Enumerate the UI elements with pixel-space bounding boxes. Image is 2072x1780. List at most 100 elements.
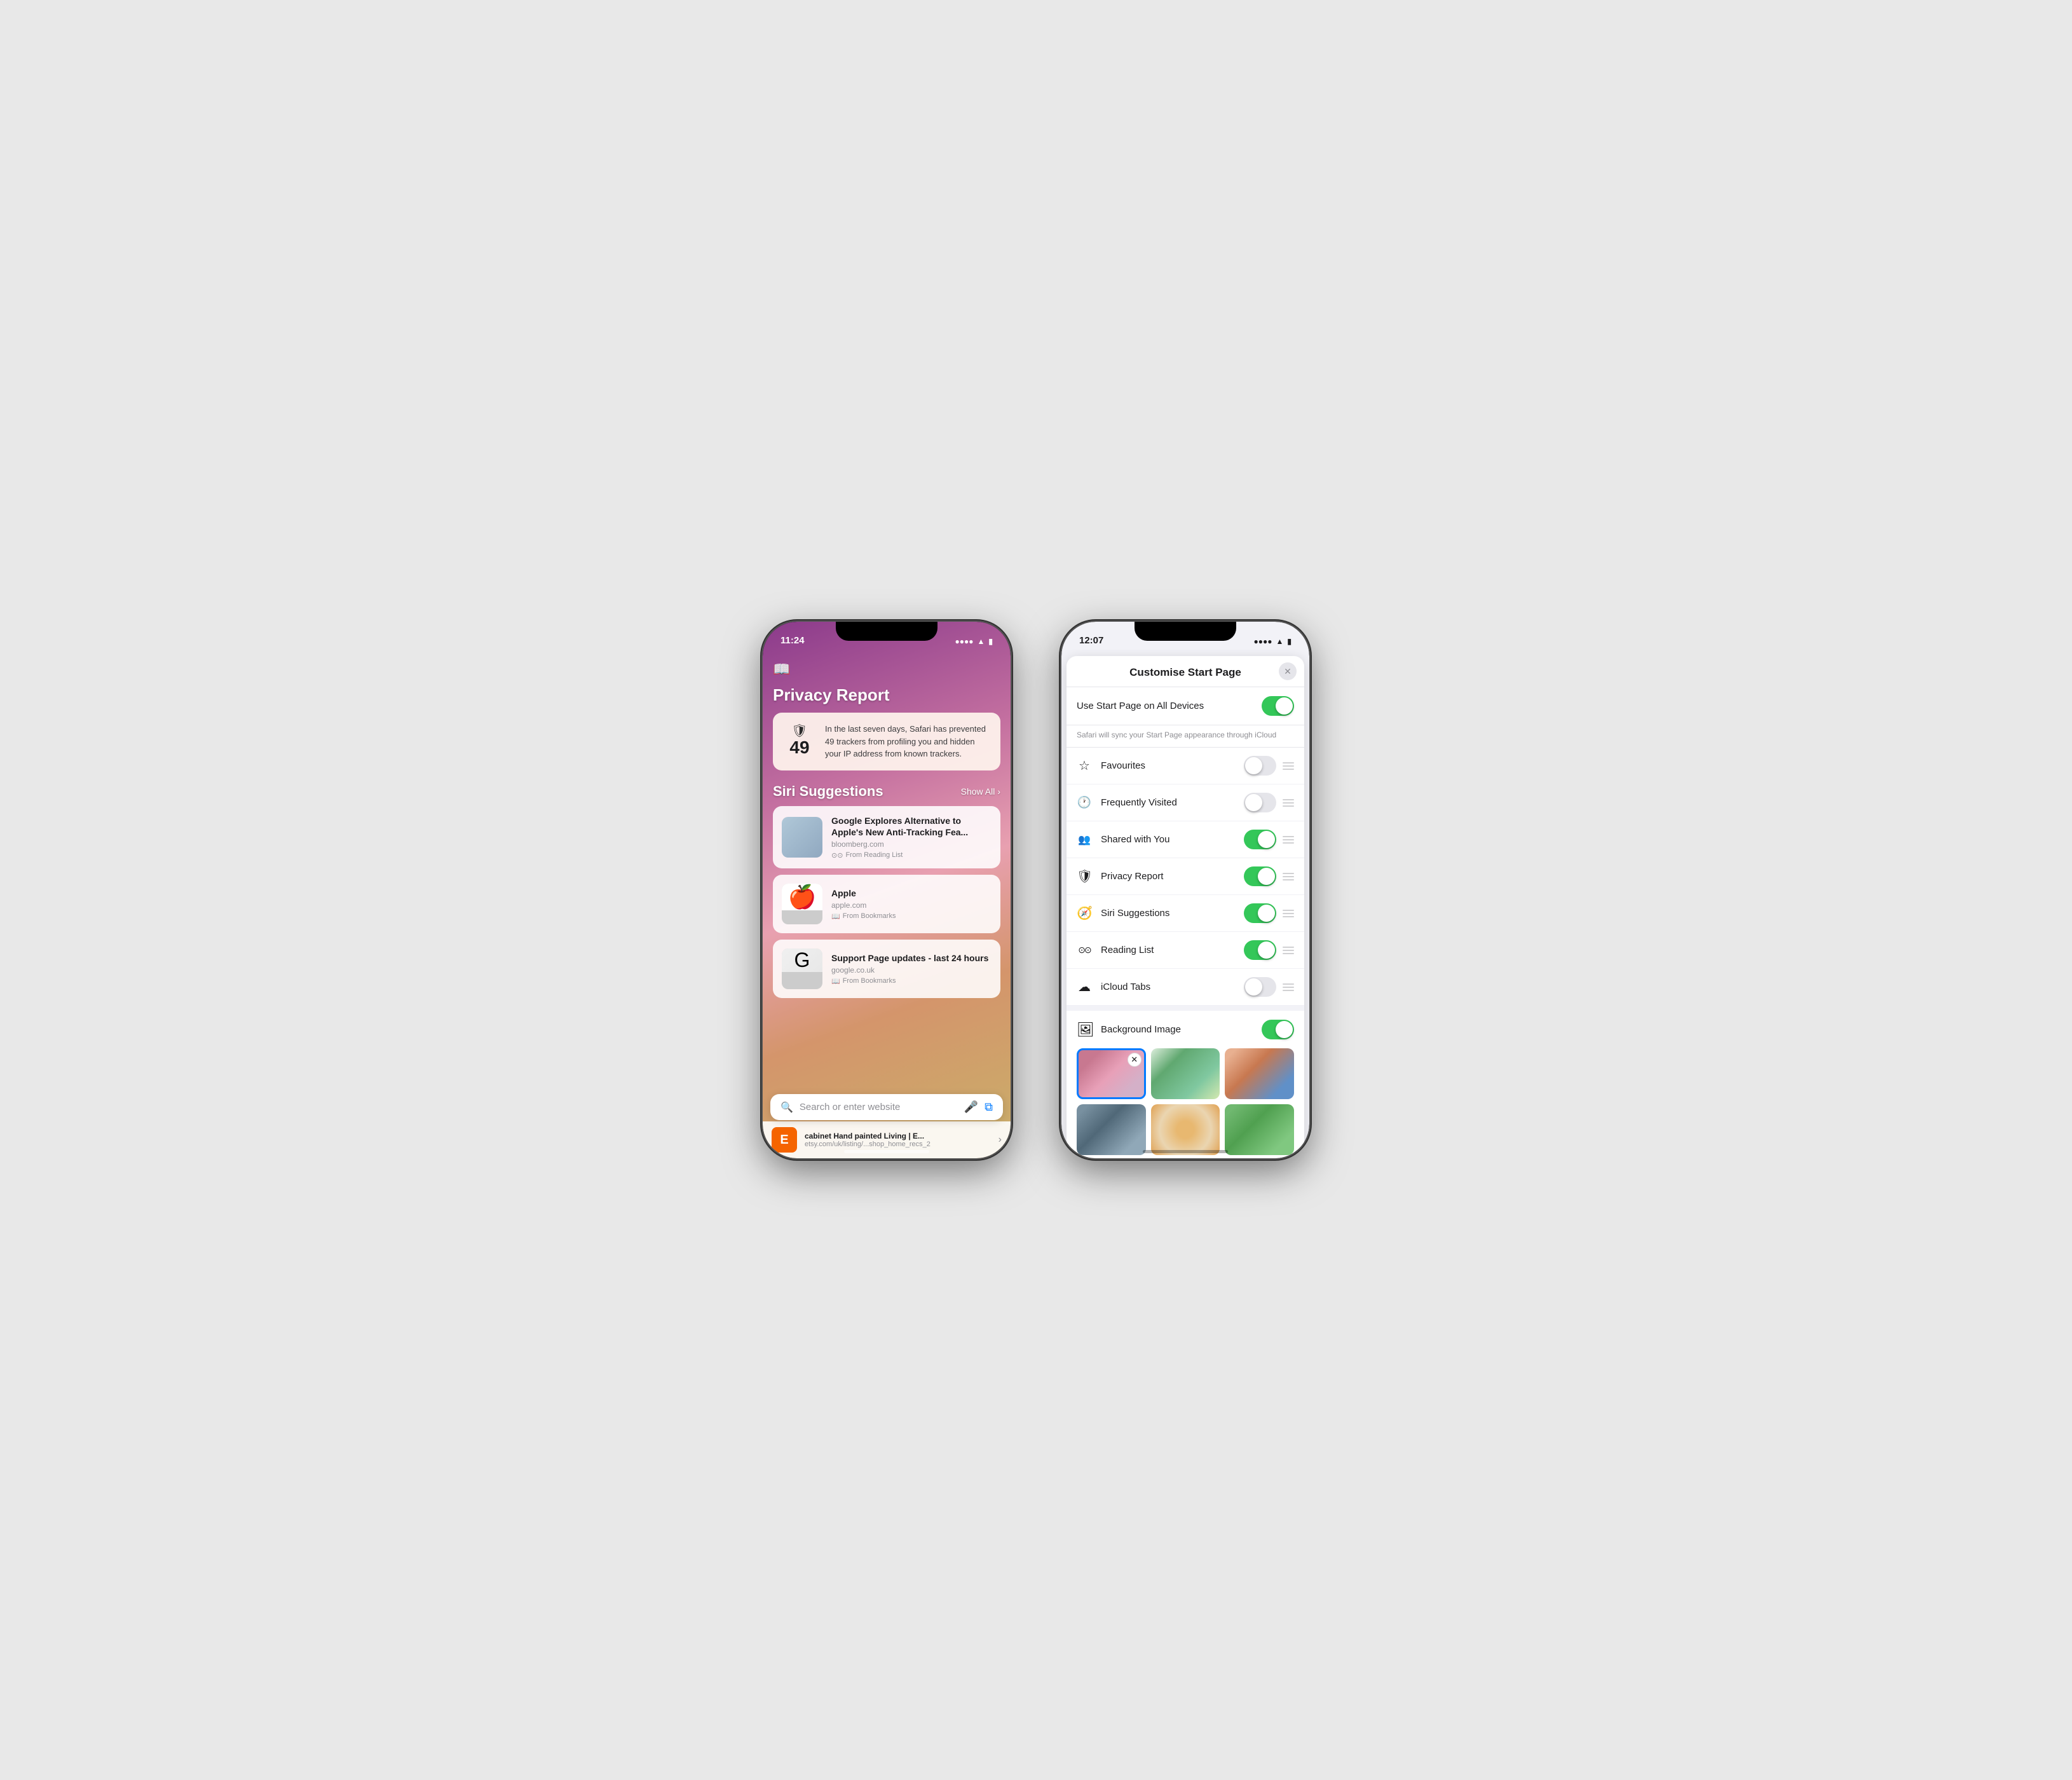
row-reading-list[interactable]: ⊙⊙ Reading List xyxy=(1067,932,1304,969)
siri-suggestions-header: Siri Suggestions Show All › xyxy=(773,783,1000,800)
suggestion-domain-1: bloomberg.com xyxy=(831,840,992,849)
suggestion-source-2: 📖 From Bookmarks xyxy=(831,912,992,921)
bg-option-2[interactable] xyxy=(1151,1048,1220,1099)
drag-handle-reading[interactable] xyxy=(1283,947,1294,954)
bottom-strip-domain: etsy.com/uk/listing/...shop_home_recs_2 xyxy=(805,1140,991,1148)
source-icon-2: 📖 xyxy=(831,912,840,921)
battery-icon: ▮ xyxy=(988,637,993,646)
sync-toggle[interactable] xyxy=(1262,696,1294,716)
privacy-description: In the last seven days, Safari has preve… xyxy=(825,723,990,760)
apple-logo: 🍎 xyxy=(782,884,822,910)
bg-option-6[interactable] xyxy=(1225,1104,1294,1155)
source-label-1: From Reading List xyxy=(845,851,903,859)
drag-handle-privacy[interactable] xyxy=(1283,873,1294,880)
suggestion-info-1: Google Explores Alternative to Apple's N… xyxy=(831,815,992,859)
tracker-badge: 🛡 49 xyxy=(783,723,816,756)
bg-option-5[interactable] xyxy=(1151,1104,1220,1155)
row-privacy-report[interactable]: 🛡 Privacy Report xyxy=(1067,858,1304,895)
selected-badge: ✕ xyxy=(1128,1053,1142,1067)
row-shared-with-you[interactable]: 👥 Shared with You xyxy=(1067,821,1304,858)
time-display-2: 12:07 xyxy=(1079,635,1103,646)
search-icon: 🔍 xyxy=(780,1101,793,1114)
suggestion-image-1 xyxy=(782,817,822,858)
sheet-title: Customise Start Page xyxy=(1129,666,1241,679)
bg-option-1[interactable]: ✕ xyxy=(1077,1048,1146,1099)
reading-list-toggle[interactable] xyxy=(1244,940,1276,960)
bottom-strip-title: cabinet Hand painted Living | E... xyxy=(805,1132,991,1140)
suggestion-thumb-2: 🍎 xyxy=(782,884,822,924)
shared-with-you-label: Shared with You xyxy=(1101,834,1235,845)
suggestion-thumb-1 xyxy=(782,817,822,858)
phone-2-screen: 12:07 ●●●● ▲ ▮ Customise Start Page ✕ U xyxy=(1061,622,1309,1158)
phone-2: 12:07 ●●●● ▲ ▮ Customise Start Page ✕ U xyxy=(1061,622,1309,1158)
home-indicator xyxy=(844,1150,929,1153)
status-icons-2: ●●●● ▲ ▮ xyxy=(1254,637,1292,646)
toggle-knob xyxy=(1276,697,1293,715)
suggestion-card-1[interactable]: Google Explores Alternative to Apple's N… xyxy=(773,806,1000,868)
search-bar[interactable]: 🔍 Search or enter website 🎤 ⧉ xyxy=(770,1094,1003,1120)
drag-handle-favourites[interactable] xyxy=(1283,762,1294,770)
icloud-tabs-toggle[interactable] xyxy=(1244,977,1276,997)
row-icloud-tabs[interactable]: ☁ iCloud Tabs xyxy=(1067,969,1304,1006)
background-image-toggle[interactable] xyxy=(1262,1020,1294,1039)
tabs-icon[interactable]: ⧉ xyxy=(985,1100,993,1114)
icloud-tabs-label: iCloud Tabs xyxy=(1101,982,1235,992)
frequently-visited-toggle[interactable] xyxy=(1244,793,1276,812)
row-right-siri xyxy=(1244,903,1294,923)
background-image-header: 🖼 Background Image xyxy=(1077,1020,1294,1039)
background-grid: ✕ xyxy=(1077,1048,1294,1155)
toggle-knob xyxy=(1245,978,1262,996)
bg-option-4[interactable] xyxy=(1077,1104,1146,1155)
icloud-tabs-icon: ☁ xyxy=(1077,979,1092,995)
favourites-toggle[interactable] xyxy=(1244,756,1276,776)
search-icons: 🎤 ⧉ xyxy=(964,1100,993,1114)
suggestion-info-3: Support Page updates - last 24 hours goo… xyxy=(831,952,992,985)
bg-option-3[interactable] xyxy=(1225,1048,1294,1099)
row-right-icloud xyxy=(1244,977,1294,997)
privacy-report-row-icon: 🛡 xyxy=(1077,868,1092,884)
drag-handle-siri[interactable] xyxy=(1283,910,1294,917)
row-right-reading xyxy=(1244,940,1294,960)
sync-all-devices-row[interactable]: Use Start Page on All Devices xyxy=(1067,687,1304,725)
source-label-3: From Bookmarks xyxy=(843,977,896,985)
shield-icon: 🛡 xyxy=(791,723,807,739)
background-image-label: Background Image xyxy=(1101,1024,1253,1035)
bottom-strip-text: cabinet Hand painted Living | E... etsy.… xyxy=(805,1132,991,1148)
etsy-letter: E xyxy=(780,1133,788,1147)
privacy-report-row-label: Privacy Report xyxy=(1101,871,1235,882)
bookmarks-icon[interactable]: 📖 xyxy=(773,661,1000,678)
phone-1: 11:24 ●●●● ▲ ▮ 📖 Privacy Report 🛡 49 In … xyxy=(763,622,1011,1158)
source-icon-3: 📖 xyxy=(831,977,840,985)
drag-handle-shared[interactable] xyxy=(1283,836,1294,844)
phone1-content: 📖 Privacy Report 🛡 49 In the last seven … xyxy=(763,650,1011,1158)
show-all-label: Show All xyxy=(961,786,995,797)
toggle-knob xyxy=(1276,1021,1293,1038)
suggestion-card-2[interactable]: 🍎 Apple apple.com 📖 From Bookmarks xyxy=(773,875,1000,933)
battery-icon-2: ▮ xyxy=(1287,637,1292,646)
frequently-visited-icon: 🕐 xyxy=(1077,796,1092,809)
row-right-shared xyxy=(1244,830,1294,849)
row-right-frequently xyxy=(1244,793,1294,812)
signal-icon-2: ●●●● xyxy=(1254,637,1272,646)
phone-1-screen: 11:24 ●●●● ▲ ▮ 📖 Privacy Report 🛡 49 In … xyxy=(763,622,1011,1158)
microphone-icon[interactable]: 🎤 xyxy=(964,1100,978,1114)
row-favourites[interactable]: ☆ Favourites xyxy=(1067,748,1304,784)
suggestion-card-3[interactable]: G Support Page updates - last 24 hours g… xyxy=(773,940,1000,998)
drag-handle-frequently[interactable] xyxy=(1283,799,1294,807)
suggestion-domain-3: google.co.uk xyxy=(831,966,992,975)
row-siri-suggestions[interactable]: 🧭 Siri Suggestions xyxy=(1067,895,1304,932)
suggestion-domain-2: apple.com xyxy=(831,901,992,910)
privacy-report-card[interactable]: 🛡 49 In the last seven days, Safari has … xyxy=(773,713,1000,770)
notch-2 xyxy=(1135,622,1236,641)
wifi-icon-2: ▲ xyxy=(1276,637,1284,646)
row-frequently-visited[interactable]: 🕐 Frequently Visited xyxy=(1067,784,1304,821)
shared-with-you-toggle[interactable] xyxy=(1244,830,1276,849)
show-all-button[interactable]: Show All › xyxy=(961,786,1000,797)
privacy-report-toggle[interactable] xyxy=(1244,866,1276,886)
drag-handle-icloud[interactable] xyxy=(1283,983,1294,991)
privacy-report-title: Privacy Report xyxy=(773,685,1000,705)
sheet-close-button[interactable]: ✕ xyxy=(1279,662,1297,680)
siri-suggestions-toggle[interactable] xyxy=(1244,903,1276,923)
row-right-favourites xyxy=(1244,756,1294,776)
toggle-knob xyxy=(1258,905,1275,922)
